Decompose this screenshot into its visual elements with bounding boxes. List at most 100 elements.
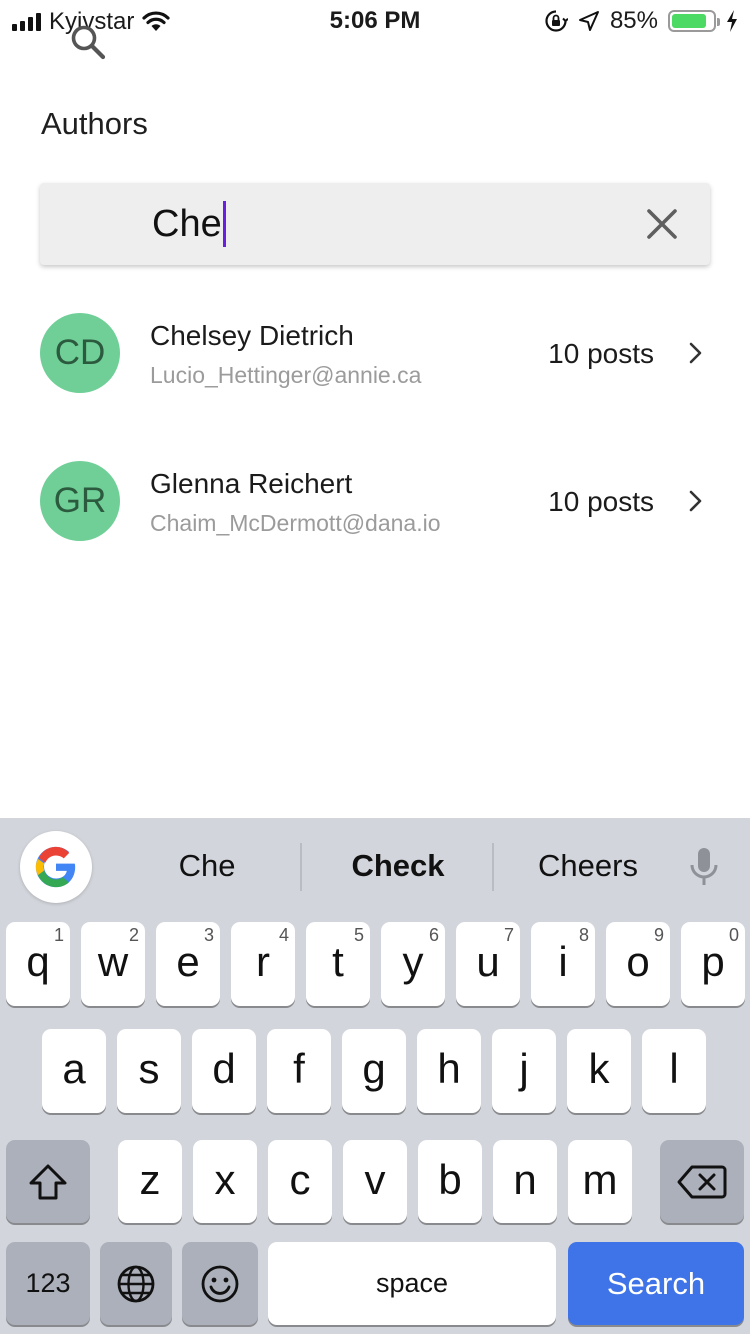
suggestion-bar: Che Check Cheers [0,818,750,916]
key-i[interactable]: i8 [531,922,595,1006]
key-label: i [558,938,568,985]
avatar: GR [40,461,120,541]
author-email: Lucio_Hettinger@annie.ca [150,362,422,388]
search-icon [71,25,106,60]
emoji-icon [201,1265,239,1302]
key-w[interactable]: w2 [81,922,145,1006]
key-label: t [332,938,344,985]
key-number-hint: 4 [278,925,289,945]
key-label: v [364,1155,386,1203]
key-x[interactable]: x [193,1140,257,1223]
key-label: s [138,1045,160,1092]
numbers-key[interactable]: 123 [6,1242,90,1325]
key-label: e [176,938,200,985]
backspace-key[interactable] [660,1140,744,1223]
search-input[interactable]: Che [152,201,226,247]
key-s[interactable]: s [117,1029,181,1113]
key-label: u [476,938,500,985]
emoji-key[interactable] [182,1242,258,1325]
keyboard: Che Check Cheers q1w2e3r4t5y6u7i8o9p0asd… [0,818,750,1334]
key-number-hint: 8 [578,925,589,945]
google-icon[interactable] [20,831,92,903]
shift-key[interactable] [6,1140,90,1223]
key-n[interactable]: n [493,1140,557,1223]
key-a[interactable]: a [42,1029,106,1113]
author-email: Chaim_McDermott@dana.io [150,510,441,536]
key-number-hint: 5 [353,925,364,945]
key-q[interactable]: q1 [6,922,70,1006]
key-y[interactable]: y6 [381,922,445,1006]
key-j[interactable]: j [492,1029,556,1113]
author-name: Glenna Reichert [150,468,353,499]
shift-icon [29,1164,67,1199]
author-row[interactable]: CD Chelsey Dietrich Lucio_Hettinger@anni… [0,292,750,412]
suggestion-item[interactable]: Cheers [498,848,678,884]
charging-icon [727,10,737,32]
key-h[interactable]: h [417,1029,481,1113]
post-count: 10 posts [548,338,654,369]
key-label: h [437,1045,461,1092]
avatar: CD [40,313,120,393]
key-c[interactable]: c [268,1140,332,1223]
key-p[interactable]: p0 [681,922,745,1006]
key-f[interactable]: f [267,1029,331,1113]
suggestion-item[interactable]: Check [308,848,488,884]
key-k[interactable]: k [567,1029,631,1113]
key-g[interactable]: g [342,1029,406,1113]
chevron-right-icon [689,342,702,364]
google-logo-icon [35,846,76,888]
key-number-hint: 3 [203,925,214,945]
location-icon [578,11,599,31]
key-r[interactable]: r4 [231,922,295,1006]
key-label: n [513,1155,537,1203]
key-number-hint: 6 [428,925,439,945]
key-z[interactable]: z [118,1140,182,1223]
suggestion-divider [492,843,494,891]
key-label: r [256,938,270,985]
search-bar[interactable] [40,183,710,265]
author-row[interactable]: GR Glenna Reichert Chaim_McDermott@dana.… [0,440,750,560]
key-b[interactable]: b [418,1140,482,1223]
key-number-hint: 7 [503,925,514,945]
key-l[interactable]: l [642,1029,706,1113]
status-right: 85% [544,7,738,35]
key-o[interactable]: o9 [606,922,670,1006]
space-key[interactable]: space [268,1242,556,1325]
suggestion-item[interactable]: Che [117,848,297,884]
key-u[interactable]: u7 [456,922,520,1006]
orientation-lock-icon [545,10,568,32]
key-label: o [626,938,650,985]
chevron-right-icon [689,490,702,512]
key-label: x [214,1155,236,1203]
globe-key[interactable] [100,1242,172,1325]
post-count: 10 posts [548,486,654,517]
key-label: q [26,938,50,985]
key-number-hint: 2 [128,925,139,945]
battery-percent: 85% [609,7,658,34]
globe-icon [117,1265,155,1302]
key-t[interactable]: t5 [306,922,370,1006]
search-key[interactable]: Search [568,1242,744,1325]
key-m[interactable]: m [568,1140,632,1223]
key-label: m [582,1155,618,1203]
key-label: k [588,1045,610,1092]
key-label: j [519,1045,529,1092]
key-number-hint: 0 [728,925,739,945]
key-number-hint: 9 [653,925,664,945]
key-label: b [438,1155,462,1203]
key-label: c [289,1155,311,1203]
key-label: w [97,938,129,985]
key-v[interactable]: v [343,1140,407,1223]
microphone-icon[interactable] [688,847,720,887]
key-label: y [402,938,424,985]
author-name: Chelsey Dietrich [150,320,354,351]
page-title: Authors [41,106,148,141]
battery-icon [668,10,720,32]
key-label: a [62,1045,86,1092]
clear-icon[interactable] [645,207,679,241]
key-d[interactable]: d [192,1029,256,1113]
key-e[interactable]: e3 [156,922,220,1006]
suggestion-divider [300,843,302,891]
text-caret [222,201,226,247]
key-label: z [139,1155,161,1203]
